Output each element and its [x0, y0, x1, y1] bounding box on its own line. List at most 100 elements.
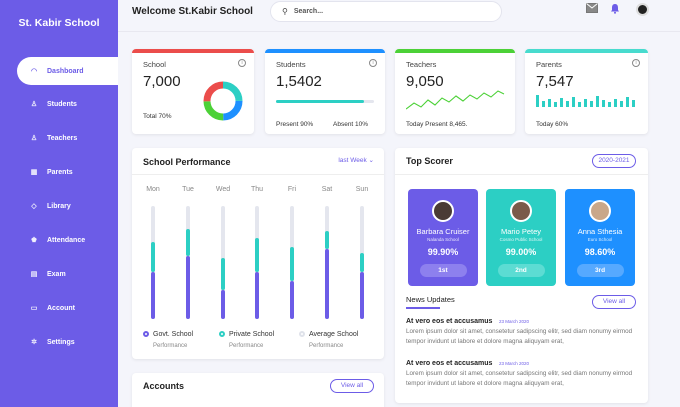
view-all-button[interactable]: View all [330, 379, 374, 393]
card-title: Teachers [406, 60, 437, 69]
sparkline-chart [406, 90, 505, 110]
brand-title: St. Kabir School [18, 17, 100, 29]
legend-label: Private School [229, 331, 275, 338]
mail-icon[interactable] [586, 3, 598, 16]
sidebar-item-label: Account [47, 304, 75, 312]
avatar [589, 200, 611, 222]
govt-bar [151, 271, 155, 319]
sidebar-item-label: Settings [47, 338, 75, 346]
card-title: School [143, 60, 166, 69]
divider [132, 174, 384, 175]
rank-badge: 3rd [576, 264, 624, 277]
news-headline[interactable]: At vero eos et accusamus [406, 318, 492, 325]
sidebar-item-settings[interactable]: ✲ Settings [17, 328, 118, 356]
scorer-school: Euro School [587, 237, 613, 242]
card-value: 1,5402 [276, 73, 322, 90]
scorer-score: 98.60% [584, 247, 616, 257]
card-accent-bar [525, 49, 648, 53]
rank-badge: 1st [419, 264, 467, 277]
rank-badge: 2nd [497, 264, 545, 277]
news-body: Lorem ipsum dolor sit amet, consetetur s… [406, 370, 633, 387]
card-value: 7,547 [536, 73, 574, 90]
scorer-score: 99.00% [505, 247, 537, 257]
search-placeholder: Search... [293, 8, 324, 15]
sidebar-item-label: Teachers [47, 134, 78, 142]
sidebar-item-label: Library [47, 202, 71, 210]
info-icon[interactable]: i [369, 59, 377, 67]
chevron-down-icon: ⌄ [368, 157, 374, 164]
sidebar-item-label: Students [47, 100, 77, 108]
news-title: News Updates [406, 295, 455, 304]
day-label: Sat [321, 186, 333, 193]
sidebar-item-label: Attendance [47, 236, 86, 244]
filter-label: last Week [338, 157, 367, 164]
info-icon[interactable]: i [238, 59, 246, 67]
sidebar-item-library[interactable]: ◇ Library [17, 192, 118, 220]
card-title: Students [276, 60, 306, 69]
accounts-panel: Accounts View all [132, 373, 384, 407]
parents-card: Parents i 7,547 Today 60% [525, 49, 648, 134]
day-label: Wed [215, 186, 231, 193]
card-value: 9,050 [406, 73, 444, 90]
private-bar [290, 246, 294, 281]
govt-bar [360, 271, 364, 319]
sidebar-item-dashboard[interactable]: ◠ Dashboard [17, 57, 118, 85]
search-icon: ⚲ [282, 7, 288, 16]
school-card: School i 7,000 Total 70% [132, 49, 254, 134]
legend-label: Govt. School [153, 331, 194, 338]
card-accent-bar [132, 49, 254, 53]
page-title: Welcome St.Kabir School [132, 6, 253, 17]
avatar [432, 200, 454, 222]
card-accent-bar [395, 49, 515, 53]
govt-bar [325, 248, 329, 319]
mini-bar-chart [536, 95, 635, 107]
govt-bar [186, 255, 190, 319]
sidebar-item-label: Parents [47, 168, 73, 176]
govt-bar [255, 271, 259, 319]
legend-label: Average School [309, 331, 359, 338]
legend-dot [299, 331, 305, 338]
search-input[interactable]: ⚲ Search... [270, 1, 502, 22]
legend-dot [219, 331, 225, 338]
scorer-card-3[interactable]: Anna Sthesia Euro School 98.60% 3rd [565, 189, 635, 286]
day-label: Fri [287, 186, 297, 193]
news-headline[interactable]: At vero eos et accusamus [406, 360, 492, 367]
sidebar: St. Kabir School ◠ Dashboard ♙ Students ♙ T… [0, 0, 118, 407]
avatar[interactable] [636, 3, 649, 16]
private-bar [151, 242, 155, 272]
scorer-school: Nalanda School [427, 237, 459, 242]
sidebar-item-attendance[interactable]: ♚ Attendance [17, 226, 118, 254]
scorer-card-1[interactable]: Barbara Cruiser Nalanda School 99.90% 1s… [408, 189, 478, 286]
panel-title: Top Scorer [406, 156, 453, 166]
legend-sub: Performance [309, 343, 344, 349]
absent-label: Absent 10% [333, 121, 369, 128]
scorer-card-2[interactable]: Mario Petey Cosmo Public School 99.00% 2… [486, 189, 556, 286]
scorer-score: 99.90% [427, 247, 459, 257]
library-icon: ◇ [31, 203, 37, 210]
legend-dot [143, 331, 149, 338]
sidebar-item-parents[interactable]: ▦ Parents [17, 158, 118, 186]
dashboard-icon: ◠ [30, 68, 38, 75]
card-footer: Today Present 8,465. [406, 121, 468, 128]
attendance-icon: ♚ [30, 237, 38, 244]
private-bar [255, 237, 259, 272]
sidebar-item-exam[interactable]: ▤ Exam [17, 260, 118, 288]
sidebar-item-teachers[interactable]: ♙ Teachers [17, 124, 118, 152]
legend-sub: Performance [229, 343, 264, 349]
teachers-card: Teachers 9,050 Today Present 8,465. [395, 49, 515, 134]
card-accent-bar [265, 49, 385, 53]
header-divider [118, 31, 680, 32]
news-view-all-button[interactable]: View all [592, 295, 636, 309]
bell-icon[interactable] [610, 3, 620, 17]
scorer-name: Mario Petey [500, 227, 542, 236]
info-icon[interactable]: i [632, 59, 640, 67]
legend-private: Private School Performance [219, 331, 274, 349]
card-title: Parents [536, 60, 562, 69]
sidebar-item-label: Exam [47, 270, 66, 278]
week-filter-dropdown[interactable]: last Week ⌄ [338, 156, 374, 164]
legend-average: Average School Performance [299, 331, 358, 349]
year-selector[interactable]: 2020-2021 [592, 154, 636, 168]
sidebar-item-students[interactable]: ♙ Students [17, 90, 118, 118]
sidebar-item-account[interactable]: ▭ Account [17, 294, 118, 322]
card-footer: Today 60% [536, 121, 569, 128]
